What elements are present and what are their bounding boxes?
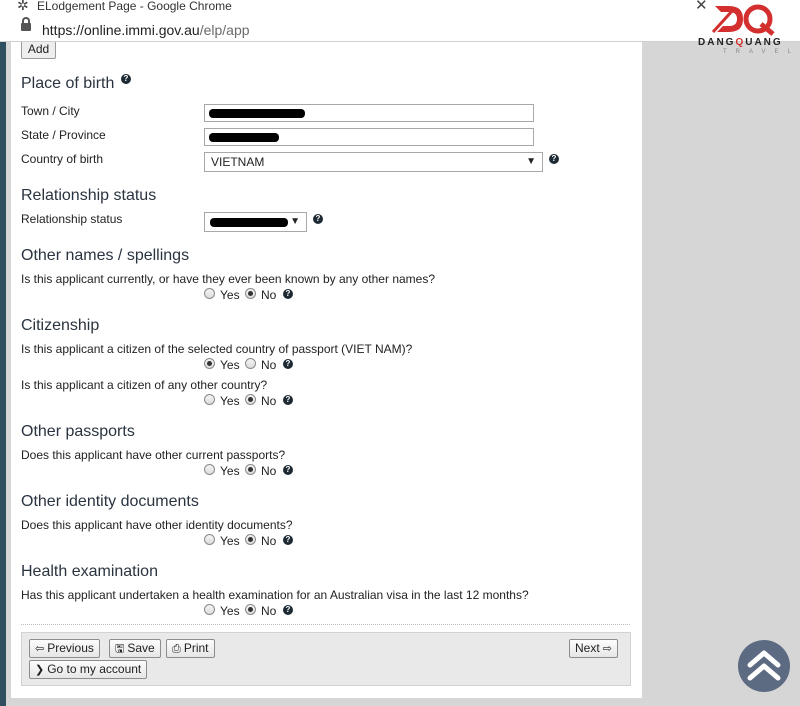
other-names-no-radio[interactable] (245, 288, 256, 299)
other-passports-no-radio[interactable] (245, 464, 256, 475)
town-city-label: Town / City (21, 104, 80, 118)
citizenship-other-yes-radio[interactable] (204, 394, 215, 405)
section-divider (21, 624, 630, 625)
country-of-birth-help-icon[interactable]: ? (549, 154, 559, 164)
country-of-birth-label: Country of birth (21, 152, 104, 166)
other-names-help-icon[interactable]: ? (283, 289, 293, 299)
health-exam-heading: Health examination (21, 563, 158, 580)
health-exam-question: Has this applicant undertaken a health e… (21, 588, 529, 602)
identity-docs-no-radio[interactable] (245, 534, 256, 545)
no-label: No (261, 534, 277, 548)
other-names-yes-radio[interactable] (204, 288, 215, 299)
yes-label: Yes (220, 534, 240, 548)
add-button[interactable]: Add (21, 42, 56, 59)
no-label: No (261, 288, 277, 302)
other-passports-yes-radio[interactable] (204, 464, 215, 475)
citizenship-other-help-icon[interactable]: ? (283, 395, 293, 405)
yes-label: Yes (220, 464, 240, 478)
country-of-birth-value: VIETNAM (211, 155, 265, 169)
health-exam-no-radio[interactable] (245, 604, 256, 615)
window-titlebar: ✲ ELodgement Page - Google Chrome ✕ (0, 0, 800, 18)
print-button[interactable]: ⎙ Print (166, 639, 215, 658)
citizenship-passport-yes-radio[interactable] (204, 358, 215, 369)
lock-icon[interactable] (21, 17, 31, 32)
scroll-to-top-button[interactable] (738, 640, 790, 692)
arrow-left-icon: ⇦ (35, 643, 45, 655)
no-label: No (261, 464, 277, 478)
chevron-down-icon: ▼ (290, 216, 300, 227)
other-passports-heading: Other passports (21, 423, 135, 440)
address-bar[interactable]: https://online.immi.gov.au/elp/app (0, 17, 800, 42)
arrow-right-icon: ⇨ (602, 643, 612, 655)
relationship-status-help-icon[interactable]: ? (313, 214, 323, 224)
citizenship-passport-no-radio[interactable] (245, 358, 256, 369)
dq-logo-icon (711, 4, 775, 36)
place-of-birth-heading: Place of birth (21, 75, 115, 92)
country-of-birth-select[interactable]: VIETNAM ▼ (204, 152, 543, 172)
identity-docs-yes-radio[interactable] (204, 534, 215, 545)
chevron-right-icon: ❯ (35, 664, 45, 676)
citizenship-question-1: Is this applicant a citizen of the selec… (21, 342, 413, 356)
citizenship-passport-help-icon[interactable]: ? (283, 359, 293, 369)
state-province-input[interactable] (204, 128, 534, 146)
yes-label: Yes (220, 288, 240, 302)
no-label: No (261, 358, 277, 372)
yes-label: Yes (220, 604, 240, 618)
no-label: No (261, 604, 277, 618)
citizenship-other-no-radio[interactable] (245, 394, 256, 405)
health-exam-help-icon[interactable]: ? (283, 605, 293, 615)
redacted-value (209, 109, 305, 118)
no-label: No (261, 394, 277, 408)
previous-button[interactable]: ⇦ Previous (29, 639, 100, 658)
chrome-app-icon: ✲ (17, 0, 29, 13)
yes-label: Yes (220, 394, 240, 408)
save-button[interactable]: 🖫 Save (109, 639, 161, 658)
double-chevron-up-icon (747, 650, 781, 681)
form-navigation-bar: ⇦ Previous 🖫 Save ⎙ Print Next ⇨ ❯ Go to my a… (21, 632, 631, 686)
identity-docs-help-icon[interactable]: ? (283, 535, 293, 545)
relationship-status-label: Relationship status (21, 212, 123, 226)
floppy-disk-icon: 🖫 (115, 643, 125, 655)
identity-docs-heading: Other identity documents (21, 493, 199, 510)
logo-brand-text: DANGQUANG (698, 37, 783, 48)
application-form: Add Place of birth ? Town / City State /… (11, 42, 642, 698)
dangquang-logo: DANGQUANG TRAVEL (695, 0, 800, 58)
left-side-bar (0, 42, 6, 706)
redacted-value (210, 218, 288, 227)
citizenship-question-2: Is this applicant a citizen of any other… (21, 378, 268, 392)
next-button[interactable]: Next ⇨ (569, 639, 618, 658)
place-of-birth-help-icon[interactable]: ? (121, 74, 131, 84)
go-to-my-account-button[interactable]: ❯ Go to my account (29, 660, 148, 679)
redacted-value (209, 133, 279, 142)
town-city-input[interactable] (204, 104, 534, 122)
citizenship-heading: Citizenship (21, 317, 100, 334)
other-names-heading: Other names / spellings (21, 247, 190, 264)
other-passports-help-icon[interactable]: ? (283, 465, 293, 475)
health-exam-yes-radio[interactable] (204, 604, 215, 615)
relationship-status-heading: Relationship status (21, 187, 157, 204)
logo-sub-text: TRAVEL (723, 49, 800, 55)
printer-icon: ⎙ (172, 643, 181, 655)
url-text[interactable]: https://online.immi.gov.au/elp/app (42, 22, 250, 38)
state-province-label: State / Province (21, 128, 106, 142)
window-title: ELodgement Page - Google Chrome (37, 0, 232, 13)
identity-docs-question: Does this applicant have other identity … (21, 518, 293, 532)
yes-label: Yes (220, 358, 240, 372)
chevron-down-icon: ▼ (526, 156, 536, 167)
other-names-question: Is this applicant currently, or have the… (21, 272, 436, 286)
other-passports-question: Does this applicant have other current p… (21, 448, 286, 462)
relationship-status-select[interactable]: ▼ (204, 212, 307, 232)
